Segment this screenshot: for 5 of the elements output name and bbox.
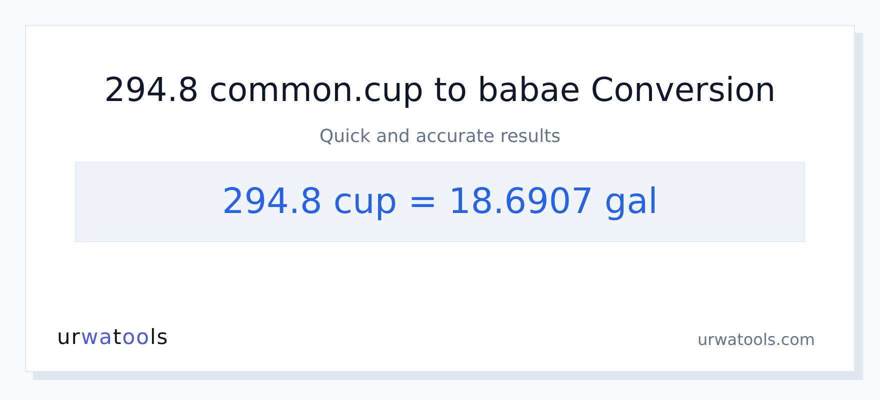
page-title: 294.8 common.cup to babae Conversion — [104, 70, 776, 110]
subtitle: Quick and accurate results — [319, 126, 561, 148]
logo: urwatools — [57, 325, 169, 349]
site-url: urwatools.com — [698, 330, 815, 349]
conversion-result: 294.8 cup = 18.6907 gal — [222, 182, 658, 222]
